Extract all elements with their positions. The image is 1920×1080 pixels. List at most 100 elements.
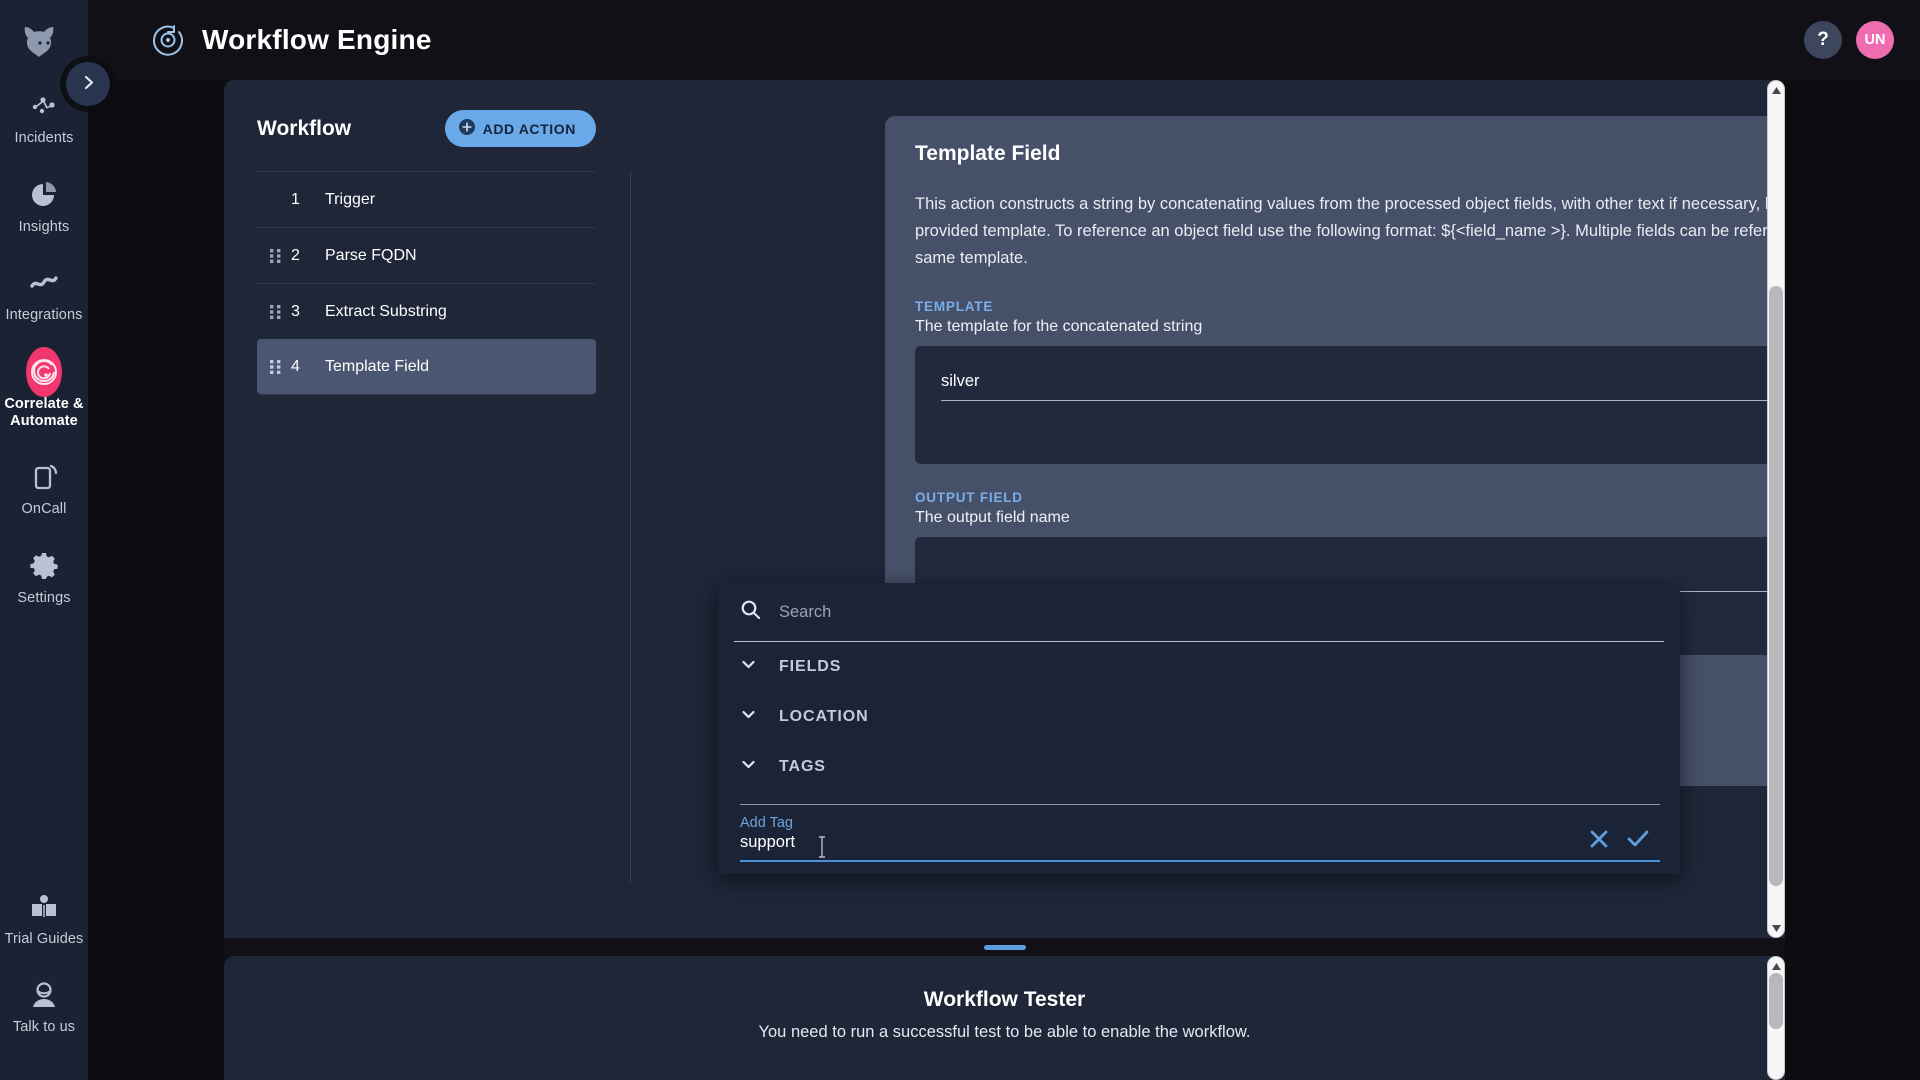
step-name: Trigger — [325, 190, 376, 208]
workflow-step-list: Workflow ADD ACTION 1 Trigger 2 Parse FQ… — [224, 80, 630, 938]
pie-chart-icon — [26, 177, 62, 213]
step-number: 1 — [291, 190, 300, 208]
chevron-down-icon — [740, 756, 757, 778]
workflow-step-row-4[interactable]: 4 Template Field — [257, 339, 596, 395]
sidebar-item-label: Trial Guides — [4, 930, 84, 947]
step-name: Template Field — [325, 358, 430, 375]
avatar[interactable]: UN — [1856, 21, 1894, 59]
dropdown-search-row — [718, 583, 1680, 641]
panel-resize-bar[interactable] — [224, 938, 1785, 956]
template-field-label: TEMPLATE — [915, 298, 994, 314]
scroll-thumb[interactable] — [1769, 286, 1783, 886]
check-icon — [1626, 830, 1650, 853]
workflow-step-row-3[interactable]: 3 Extract Substring — [257, 283, 596, 339]
sidebar-item-insights[interactable]: Insights — [0, 167, 88, 244]
drag-handle-icon[interactable] — [267, 248, 285, 264]
step-number: 3 — [291, 302, 300, 320]
sidebar-item-label: Settings — [17, 590, 71, 607]
sidebar-item-oncall[interactable]: OnCall — [0, 449, 88, 526]
scroll-down-arrow-icon[interactable] — [1768, 921, 1784, 935]
dropdown-group-label: TAGS — [779, 758, 826, 775]
add-action-button[interactable]: ADD ACTION — [444, 110, 596, 147]
drag-handle-icon[interactable] — [267, 304, 285, 320]
scroll-up-arrow-icon[interactable] — [1768, 83, 1784, 97]
step-number: 4 — [291, 358, 300, 375]
dropdown-group-fields[interactable]: FIELDS — [718, 642, 1680, 692]
action-title: Template Field — [915, 142, 1061, 165]
top-bar: Workflow Engine ? UN — [88, 0, 1920, 80]
topbar-actions: ? UN — [1804, 21, 1894, 59]
sidebar-item-label: Integrations — [5, 307, 83, 324]
tester-scrollbar[interactable] — [1767, 956, 1785, 1080]
sidebar-item-label: Correlate & Automate — [4, 396, 84, 429]
cancel-tag-button[interactable] — [1586, 826, 1612, 852]
workflow-list-header: Workflow ADD ACTION — [224, 80, 630, 147]
plus-circle-icon — [458, 119, 475, 138]
sidebar-item-talk-to-us[interactable]: Talk to us — [0, 967, 88, 1044]
dropdown-group-label: LOCATION — [779, 708, 869, 725]
gear-icon — [26, 548, 62, 584]
confirm-tag-button[interactable] — [1624, 826, 1652, 852]
workflow-tester-panel: Workflow Tester You need to run a succes… — [224, 956, 1785, 1080]
dropdown-group-location[interactable]: LOCATION — [718, 692, 1680, 742]
add-tag-section: Add Tag — [718, 792, 1680, 874]
add-tag-separator — [740, 804, 1660, 805]
tester-title: Workflow Tester — [923, 988, 1086, 1011]
step-name: Parse FQDN — [325, 246, 417, 264]
add-action-label: ADD ACTION — [482, 120, 576, 137]
chevron-down-icon — [740, 706, 757, 728]
output-field-label: OUTPUT FIELD — [915, 489, 1023, 505]
template-input-container — [915, 345, 1785, 464]
workflow-step-row-2[interactable]: 2 Parse FQDN — [257, 227, 596, 283]
bull-logo-icon[interactable] — [16, 18, 72, 64]
dropdown-group-tags[interactable]: TAGS — [718, 742, 1680, 792]
add-tag-input[interactable] — [740, 831, 1660, 862]
sidebar-item-settings[interactable]: Settings — [0, 538, 88, 615]
output-field-dropdown: FIELDS LOCATION TAGS Add Tag — [718, 583, 1680, 874]
template-field-hint: The template for the concatenated string — [915, 317, 1203, 335]
chevron-right-icon — [80, 74, 97, 94]
resize-handle-icon[interactable] — [983, 944, 1026, 950]
step-name: Extract Substring — [325, 302, 447, 320]
sidebar-item-label: OnCall — [21, 501, 67, 518]
search-icon — [740, 599, 761, 625]
drag-handle-icon[interactable] — [267, 359, 285, 375]
step-number: 2 — [291, 246, 300, 264]
workflow-panel-title: Workflow — [257, 116, 352, 140]
add-tag-actions — [1586, 826, 1652, 852]
sidebar-item-label: Insights — [18, 218, 70, 235]
close-icon — [1588, 830, 1610, 853]
card-header: Template Field — [915, 142, 1785, 175]
action-description: This action constructs a string by conca… — [915, 195, 1785, 268]
add-tag-label: Add Tag — [740, 815, 793, 831]
dropdown-group-label: FIELDS — [779, 658, 842, 675]
chevron-down-icon — [740, 656, 757, 678]
incidents-icon — [26, 88, 62, 124]
scroll-thumb[interactable] — [1769, 973, 1783, 1029]
sidebar-item-correlate-and-automate[interactable]: Correlate & Automate — [0, 344, 88, 437]
panel-divider — [630, 172, 631, 882]
rail-items: Incidents Insights Integrations Correlat… — [0, 78, 88, 627]
page-title: Workflow Engine — [202, 24, 432, 55]
sidebar-item-label: Talk to us — [12, 1019, 76, 1036]
workflow-engine-icon — [148, 20, 188, 60]
mobile-icon — [26, 459, 62, 495]
main-scrollbar[interactable] — [1767, 80, 1785, 938]
workflow-rows: 1 Trigger 2 Parse FQDN 3 Extract Substri… — [257, 171, 596, 395]
support-agent-icon — [26, 977, 62, 1013]
sidebar-collapse-button[interactable] — [66, 62, 110, 106]
integrations-icon — [26, 265, 62, 301]
sidebar-item-label: Incidents — [14, 130, 74, 146]
output-field-hint: The output field name — [915, 508, 1070, 526]
left-nav-rail: Incidents Insights Integrations Correlat… — [0, 0, 88, 1080]
sidebar-item-trial-guides[interactable]: Trial Guides — [0, 879, 88, 956]
sidebar-item-integrations[interactable]: Integrations — [0, 255, 88, 332]
workflow-step-row-1[interactable]: 1 Trigger — [257, 171, 596, 227]
scroll-up-arrow-icon[interactable] — [1768, 959, 1784, 973]
help-button[interactable]: ? — [1804, 21, 1842, 59]
target-icon — [26, 347, 62, 398]
add-tag-row — [740, 830, 1660, 874]
search-input[interactable] — [779, 602, 1660, 622]
template-input[interactable] — [941, 371, 1785, 401]
rail-bottom-items: Trial Guides Talk to us — [0, 879, 88, 1056]
